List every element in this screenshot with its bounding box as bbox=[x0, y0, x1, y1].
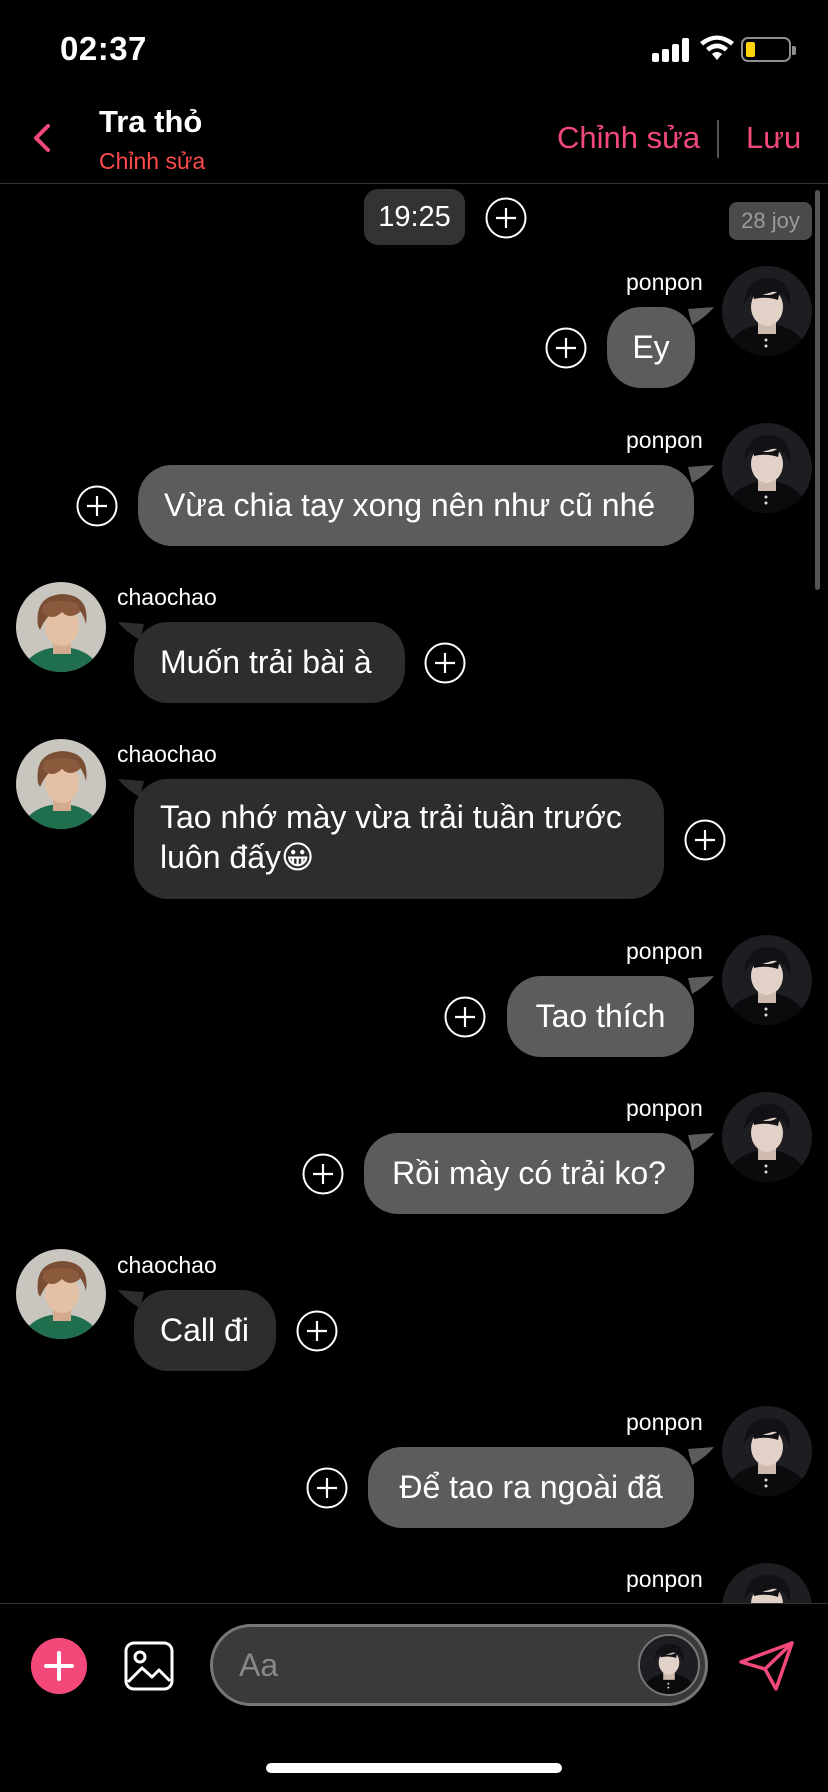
home-indicator[interactable] bbox=[266, 1763, 562, 1773]
message-row: ponpon bbox=[0, 0, 828, 1603]
composer-bar bbox=[0, 1603, 828, 1743]
message-field[interactable] bbox=[210, 1624, 708, 1706]
avatar[interactable] bbox=[722, 1563, 812, 1603]
send-icon[interactable] bbox=[738, 1640, 796, 1692]
message-input[interactable] bbox=[239, 1645, 579, 1685]
plus-icon[interactable] bbox=[31, 1638, 87, 1694]
sender-avatar-switch[interactable] bbox=[638, 1634, 700, 1696]
image-icon[interactable] bbox=[123, 1640, 175, 1692]
sender-name: ponpon bbox=[626, 1566, 703, 1592]
